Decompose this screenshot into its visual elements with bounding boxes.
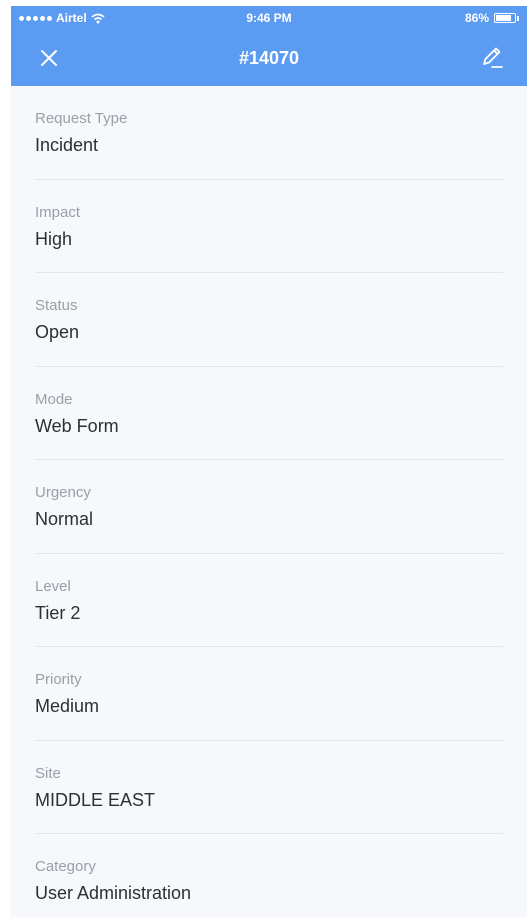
edit-button[interactable] [477, 43, 507, 73]
battery-status: 86% [465, 11, 519, 25]
field-label: Site [35, 764, 61, 782]
field-category[interactable]: Category User Administration [35, 834, 503, 917]
close-button[interactable] [35, 44, 63, 72]
battery-level [496, 15, 512, 21]
field-urgency[interactable]: Urgency Normal [35, 460, 503, 554]
clock: 9:46 PM [246, 11, 292, 25]
header: Airtel 9:46 PM 86% #14070 [11, 6, 527, 86]
field-impact[interactable]: Impact High [35, 180, 503, 273]
field-label: Impact [35, 203, 81, 221]
field-label: Category [35, 858, 96, 875]
ticket-number: #14070 [238, 48, 300, 68]
field-value: User Administration [35, 883, 192, 903]
edit-icon [483, 47, 503, 68]
nav-bar: #14070 [11, 30, 527, 86]
battery-icon [494, 13, 516, 23]
field-label: Mode [35, 390, 73, 408]
field-label: Priority [35, 671, 82, 688]
ticket-details: Request Type Incident Impact High Status Open… [11, 86, 527, 917]
battery-cap [517, 15, 519, 21]
field-value: Open [35, 322, 80, 342]
field-label: Request Type [35, 110, 128, 127]
field-label: Level [35, 577, 71, 595]
app-screen: Airtel 9:46 PM 86% #14070 Request Type I… [11, 6, 527, 917]
close-icon [41, 50, 57, 66]
field-request-type[interactable]: Request Type Incident [35, 86, 503, 180]
field-value: Tier 2 [35, 602, 81, 623]
field-label: Status [35, 297, 78, 314]
battery-percent: 86% [464, 11, 489, 25]
field-value: Web Form [35, 415, 119, 436]
field-level[interactable]: Level Tier 2 [35, 554, 503, 647]
field-priority[interactable]: Priority Medium [35, 647, 503, 741]
field-value: Incident [35, 135, 99, 155]
field-status[interactable]: Status Open [35, 273, 503, 367]
field-mode[interactable]: Mode Web Form [35, 367, 503, 460]
status-bar: Airtel 9:46 PM 86% [11, 6, 527, 30]
field-value: High [35, 228, 73, 249]
field-value: Medium [35, 696, 100, 716]
field-label: Urgency [35, 484, 91, 501]
field-value: Normal [35, 509, 94, 529]
field-site[interactable]: Site MIDDLE EAST [35, 741, 503, 834]
field-value: MIDDLE EAST [35, 789, 156, 810]
